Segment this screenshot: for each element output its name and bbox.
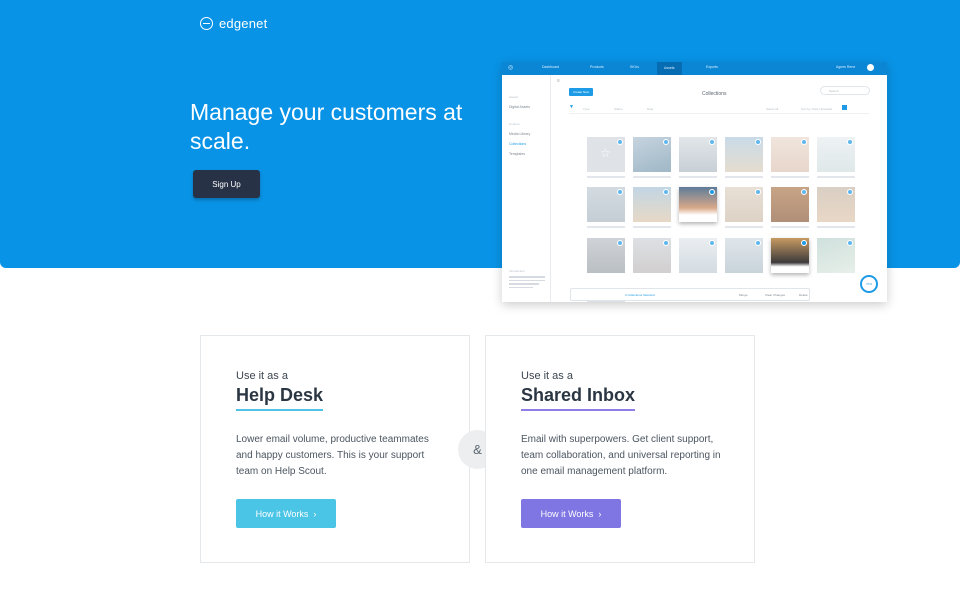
app-tile [771,137,809,172]
app-tile [817,187,855,222]
app-sidebar-item: Media Library [509,132,531,136]
app-tile [725,137,763,172]
app-avatar [867,64,874,71]
app-tile [633,238,671,273]
card-eyebrow: Use it as a [236,370,288,382]
app-nav-item-active: Assets [657,62,682,75]
app-filter: Type [583,107,590,111]
app-tile [771,187,809,222]
edgenet-logo-icon [200,17,213,30]
app-filter: Select all [766,107,779,111]
app-tile-caption [725,176,763,178]
hero-title: Manage your customers at scale. [190,99,463,154]
app-collections-title: Collections [702,91,727,97]
app-create-button: Create New [569,88,593,96]
app-tile-caption [817,176,855,178]
card-description: Lower email volume, productive teammates… [236,434,429,477]
app-tile [679,238,717,273]
app-tile-caption [587,226,625,228]
app-main: ≡ Create New Collections Search ▼ Type S… [552,75,887,302]
app-nav-item: SKUs [630,65,639,69]
app-nav-item: Products [590,65,604,69]
app-bottom-bar: 3 Collections Selected Merge Clear Chang… [570,288,810,301]
card-description: Email with superpowers. Get client suppo… [521,434,721,477]
app-search-box: Search [820,86,870,95]
app-sidebar-item: Digital Assets [509,105,531,109]
app-tile-caption [633,226,671,228]
app-screenshot: ◎ Dashboard Products SKUs Assets Exports… [502,62,887,302]
app-tile [817,137,855,172]
help-desk-how-it-works-button[interactable]: How it Works › [236,499,336,528]
button-label: How it Works [540,508,594,519]
app-tile-caption [725,226,763,228]
app-tile [817,238,855,273]
sign-up-button[interactable]: Sign Up [193,170,260,198]
app-tile-caption [587,176,625,178]
app-action: Clear Changes [765,293,786,297]
app-tile-selected [771,238,809,273]
button-label: How it Works [255,508,309,519]
app-topbar: ◎ Dashboard Products SKUs Assets Exports… [502,62,887,75]
app-tile-caption [771,226,809,228]
app-filter-icon: ▼ [569,104,574,110]
app-tile: ☆ [587,137,625,172]
app-sidebar-heading: Content [509,122,520,126]
app-filter: Date [647,107,654,111]
app-action: Merge [739,293,748,297]
app-tile-caption [633,176,671,178]
shared-inbox-how-it-works-button[interactable]: How it Works › [521,499,621,528]
app-selected-count: 3 Collections Selected [625,293,655,297]
brand-name: edgenet [219,16,268,31]
app-progress-ring: 70% [860,275,878,293]
app-tile [587,187,625,222]
app-sidebar-item: Templates [509,152,525,156]
app-tile [725,187,763,222]
app-sidebar-footer: Introduction [509,269,525,273]
card-eyebrow: Use it as a [521,370,573,382]
app-tile [587,238,625,273]
app-tile-caption [817,226,855,228]
app-sidebar-item-active: Collections [509,142,527,146]
app-tile-caption [771,176,809,178]
brand-logo[interactable]: edgenet [200,16,267,31]
app-tile [633,187,671,222]
app-sidebar: Assets Digital Assets Content Media Libr… [502,75,551,302]
app-tile [679,137,717,172]
chevron-right-icon: › [598,508,602,519]
app-nav-item: Exports [706,65,718,69]
app-grid-view-icon [842,105,847,110]
shared-inbox-card: Use it as a Shared Inbox Email with supe… [485,335,755,563]
help-desk-card: Use it as a Help Desk Lower email volume… [200,335,470,563]
card-title: Help Desk [236,385,324,411]
app-tile-selected [679,187,717,222]
app-tile [633,137,671,172]
app-collapse-icon: ≡ [557,78,560,84]
app-tile-caption [679,176,717,178]
app-sidebar-heading: Assets [509,95,519,99]
app-action: Delete [799,293,808,297]
chevron-right-icon: › [313,508,317,519]
app-logo-icon: ◎ [508,65,514,71]
app-filter: Status [614,107,623,111]
app-filter-row: ▼ Type Status Date Select all Sort by: D… [569,104,869,114]
app-tile [725,238,763,273]
app-nav-item: Dashboard [542,65,560,69]
app-sort: Sort by: Date Uploaded [801,107,833,111]
app-user-name: Agnes Rene [836,65,856,69]
card-title: Shared Inbox [521,385,636,411]
app-sidebar-footer-text [509,276,545,290]
